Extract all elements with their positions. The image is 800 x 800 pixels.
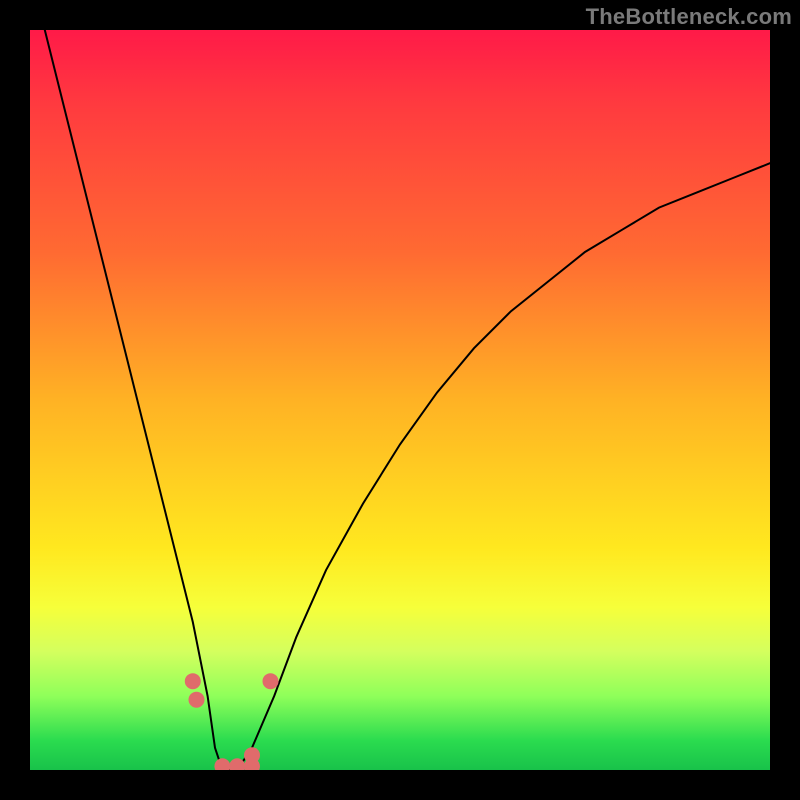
- bottleneck-curve: [45, 30, 770, 770]
- marker-dot: [214, 758, 230, 770]
- plot-area: [30, 30, 770, 770]
- chart-root: TheBottleneck.com: [0, 0, 800, 800]
- marker-dot: [263, 673, 279, 689]
- curve-layer: [30, 30, 770, 770]
- watermark-text: TheBottleneck.com: [586, 4, 792, 30]
- marker-dot: [185, 673, 201, 689]
- marker-group: [185, 673, 279, 770]
- marker-dot: [244, 747, 260, 763]
- marker-dot: [189, 692, 205, 708]
